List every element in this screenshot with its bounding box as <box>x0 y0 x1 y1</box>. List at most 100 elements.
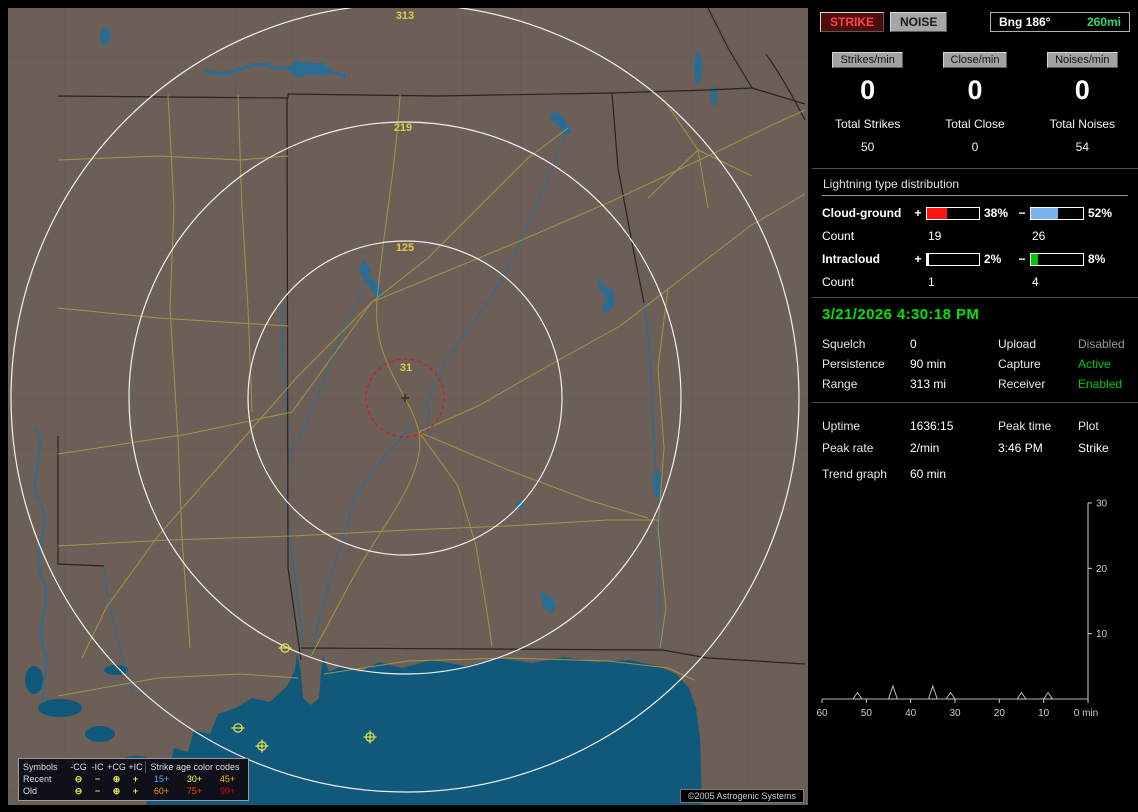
neg-ic-icon: − <box>94 786 101 796</box>
copyright: ©2005 Astrogenic Systems <box>679 789 804 803</box>
intracloud-count-label: Count <box>822 275 855 289</box>
trend-graph-canvas: 60 50 40 30 20 10 0 min 10 20 30 <box>816 499 1108 720</box>
persistence-label: Persistence <box>822 357 885 371</box>
cloud-ground-count-label: Count <box>822 229 855 243</box>
stats-section: Uptime 1636:15 Peak time Plot Peak rate … <box>812 402 1138 489</box>
cloud-ground-positive-pct: 38% <box>984 206 1009 220</box>
total-noises-value: 54 <box>1075 140 1089 154</box>
datetime-display: 3/21/2026 4:30:18 PM <box>822 306 980 323</box>
upload-status: Disabled <box>1078 337 1125 351</box>
control-panel: STRIKE NOISE Bng 186° 260mi Strikes/min … <box>812 0 1138 812</box>
range-value: 313 mi <box>910 377 947 391</box>
svg-text:0 min: 0 min <box>1074 708 1098 719</box>
cloud-ground-positive-count: 19 <box>928 229 942 243</box>
peak-rate-value: 2/min <box>910 441 940 455</box>
strikes-per-min-value: 0 <box>860 75 876 105</box>
svg-text:40: 40 <box>905 708 917 719</box>
squelch-label: Squelch <box>822 337 866 351</box>
intracloud-positive-count: 1 <box>928 275 935 289</box>
strike-mode-button[interactable]: STRIKE <box>820 12 885 32</box>
pos-cg-icon: ⊕ <box>112 774 121 784</box>
svg-text:30: 30 <box>949 708 961 719</box>
peak-time-label: Peak time <box>998 419 1052 433</box>
svg-text:10: 10 <box>1096 629 1108 640</box>
trend-graph-label: Trend graph <box>822 467 887 481</box>
svg-text:60: 60 <box>816 708 828 719</box>
pos-ic-icon: + <box>132 774 139 784</box>
ring-label-219: 219 <box>394 122 412 134</box>
close-per-min-chip[interactable]: Close/min <box>942 52 1008 68</box>
intracloud-label: Intracloud <box>822 252 881 266</box>
svg-text:30: 30 <box>1096 499 1108 510</box>
svg-text:20: 20 <box>994 708 1006 719</box>
bar-outline <box>1030 252 1084 266</box>
close-per-min-value: 0 <box>967 75 983 105</box>
receiver-label: Receiver <box>998 377 1046 391</box>
range-label: Range <box>822 377 858 391</box>
age-code-15: 15+ <box>153 774 170 784</box>
map-legend: Symbols -CG -IC +CG +IC Strike age color… <box>18 758 249 801</box>
total-strikes-label: Total Strikes <box>834 117 901 131</box>
lightning-distribution-section: Lightning type distribution Cloud-ground… <box>812 168 1138 297</box>
age-code-90: 90+ <box>219 786 236 796</box>
plot-value: Strike <box>1078 441 1109 455</box>
legend-symbols-header: Symbols <box>23 762 58 772</box>
pos-cg-icon: ⊕ <box>112 786 121 796</box>
plot-label: Plot <box>1078 419 1099 433</box>
intracloud-positive-bar: + 2% <box>914 252 1002 266</box>
ring-label-313: 313 <box>396 10 414 22</box>
total-close-value: 0 <box>971 140 979 154</box>
cloud-ground-negative-count: 26 <box>1032 229 1046 243</box>
noises-per-min-value: 0 <box>1074 75 1090 105</box>
uptime-value: 1636:15 <box>910 419 954 433</box>
legend-col-neg-ic: -IC <box>91 762 104 772</box>
age-code-75: 75+ <box>186 786 203 796</box>
map-canvas[interactable]: 313 219 125 31 <box>8 8 808 805</box>
intracloud-negative-count: 4 <box>1032 275 1039 289</box>
pos-ic-icon: + <box>132 786 139 796</box>
capture-label: Capture <box>998 357 1041 371</box>
distribution-title: Lightning type distribution <box>822 177 1128 196</box>
legend-row-recent-label: Recent <box>23 774 52 784</box>
status-section: 3/21/2026 4:30:18 PM Squelch 0 Upload Di… <box>812 297 1138 402</box>
trend-graph: 60 50 40 30 20 10 0 min 10 20 30 <box>812 489 1138 736</box>
bearing-readout: Bng 186° 260mi <box>990 12 1130 32</box>
map-panel[interactable]: 313 219 125 31 Symbols -CG -IC +CG +IC S… <box>8 8 808 805</box>
cloud-ground-negative-bar: − 52% <box>1018 206 1113 220</box>
noises-per-min-chip[interactable]: Noises/min <box>1047 52 1118 68</box>
ring-label-125: 125 <box>396 242 414 254</box>
total-close-label: Total Close <box>945 117 1005 131</box>
cloud-ground-label: Cloud-ground <box>822 206 902 220</box>
neg-ic-icon: − <box>94 774 101 784</box>
neg-cg-icon: ⊖ <box>74 786 83 796</box>
bar-outline <box>926 252 980 266</box>
total-noises-label: Total Noises <box>1049 117 1115 131</box>
legend-col-neg-cg: -CG <box>70 762 87 772</box>
cloud-ground-positive-bar: + 38% <box>914 206 1009 220</box>
receiver-status: Enabled <box>1078 377 1123 391</box>
capture-status: Active <box>1078 357 1111 371</box>
intracloud-negative-bar: − 8% <box>1018 252 1106 266</box>
legend-row-old-label: Old <box>23 786 38 796</box>
svg-text:50: 50 <box>861 708 873 719</box>
bar-outline <box>1030 206 1084 220</box>
cloud-ground-negative-pct: 52% <box>1088 206 1113 220</box>
svg-text:20: 20 <box>1096 564 1108 575</box>
age-code-30: 30+ <box>186 774 203 784</box>
app-window: { "window": { "copyright": "©2005 Astrog… <box>0 0 1138 812</box>
svg-text:10: 10 <box>1038 708 1050 719</box>
strikes-per-min-chip[interactable]: Strikes/min <box>832 52 903 68</box>
legend-age-title: Strike age color codes <box>145 761 244 773</box>
bar-outline <box>926 206 980 220</box>
squelch-value: 0 <box>910 337 917 351</box>
ring-label-31: 31 <box>400 362 412 374</box>
legend-col-pos-ic: +IC <box>128 762 143 772</box>
noise-mode-button[interactable]: NOISE <box>890 12 948 32</box>
uptime-label: Uptime <box>822 419 861 433</box>
persistence-value: 90 min <box>910 357 947 371</box>
rate-counters: Strikes/min 0 Total Strikes 50 Close/min… <box>812 42 1138 168</box>
bearing-value: Bng 186° <box>999 15 1051 29</box>
strikes-per-min-counter: Strikes/min 0 Total Strikes 50 <box>814 52 921 154</box>
age-code-45: 45+ <box>219 774 236 784</box>
peak-rate-label: Peak rate <box>822 441 874 455</box>
